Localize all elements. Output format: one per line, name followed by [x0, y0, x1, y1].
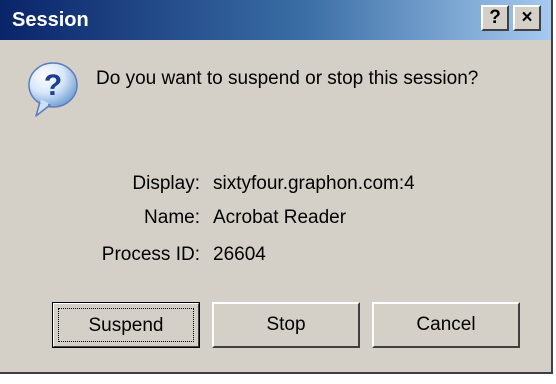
process-id-label: Process ID:	[101, 244, 200, 265]
session-dialog: Session ? × ? Do you want to suspend or …	[0, 0, 553, 374]
window-title: Session	[12, 9, 89, 31]
suspend-button[interactable]: Suspend	[52, 302, 200, 348]
prompt-text: Do you want to suspend or stop this sess…	[96, 68, 479, 89]
close-button[interactable]: ×	[513, 5, 541, 31]
close-icon: ×	[521, 7, 533, 28]
name-label: Name:	[144, 207, 200, 228]
title-bar[interactable]: Session ? ×	[0, 0, 551, 40]
display-label: Display:	[132, 173, 200, 194]
suspend-button-label: Suspend	[58, 308, 194, 342]
cancel-button[interactable]: Cancel	[372, 302, 520, 348]
question-icon: ?	[28, 62, 78, 117]
svg-text:?: ?	[44, 69, 62, 102]
process-id-value: 26604	[213, 244, 266, 265]
help-button[interactable]: ?	[481, 5, 509, 31]
stop-button[interactable]: Stop	[212, 302, 360, 348]
display-value: sixtyfour.graphon.com:4	[213, 173, 415, 194]
name-value: Acrobat Reader	[213, 207, 347, 228]
